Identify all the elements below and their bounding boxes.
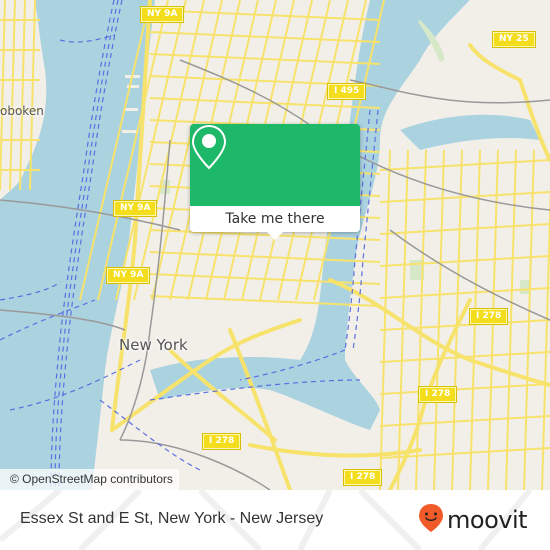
route-shield-ny25: NY 25 bbox=[493, 32, 535, 47]
route-shield-ny9a: NY 9A bbox=[141, 7, 184, 22]
popup-header bbox=[190, 124, 360, 206]
footer-bar: Essex St and E St, New York - New Jersey… bbox=[0, 490, 550, 550]
location-popup: Take me there bbox=[190, 124, 360, 240]
route-shield-ny9a: NY 9A bbox=[107, 268, 150, 283]
route-shield-i278: I 278 bbox=[470, 309, 508, 324]
route-shield-ny9a: NY 9A bbox=[114, 201, 157, 216]
moovit-smiley-pin-icon bbox=[418, 503, 444, 537]
route-shield-i278: I 278 bbox=[203, 434, 241, 449]
route-shield-i278: I 278 bbox=[419, 387, 457, 402]
moovit-logo[interactable]: moovit bbox=[418, 503, 528, 537]
route-shield-i495: I 495 bbox=[328, 84, 366, 99]
map-tiles bbox=[0, 0, 550, 490]
map-attribution[interactable]: © OpenStreetMap contributors bbox=[0, 469, 179, 490]
location-title: Essex St and E St, New York - New Jersey bbox=[20, 510, 324, 527]
moovit-wordmark: moovit bbox=[447, 506, 528, 534]
route-shield-i278: I 278 bbox=[344, 470, 382, 485]
map-view[interactable]: NY 9A NY 25 I 495 NY 9A NY 9A I 278 I 27… bbox=[0, 0, 550, 490]
take-me-there-button[interactable]: Take me there bbox=[190, 206, 360, 232]
place-label-new-york: New York bbox=[119, 336, 188, 354]
place-label-hoboken: oboken bbox=[0, 104, 44, 118]
popup-pointer bbox=[267, 232, 283, 240]
